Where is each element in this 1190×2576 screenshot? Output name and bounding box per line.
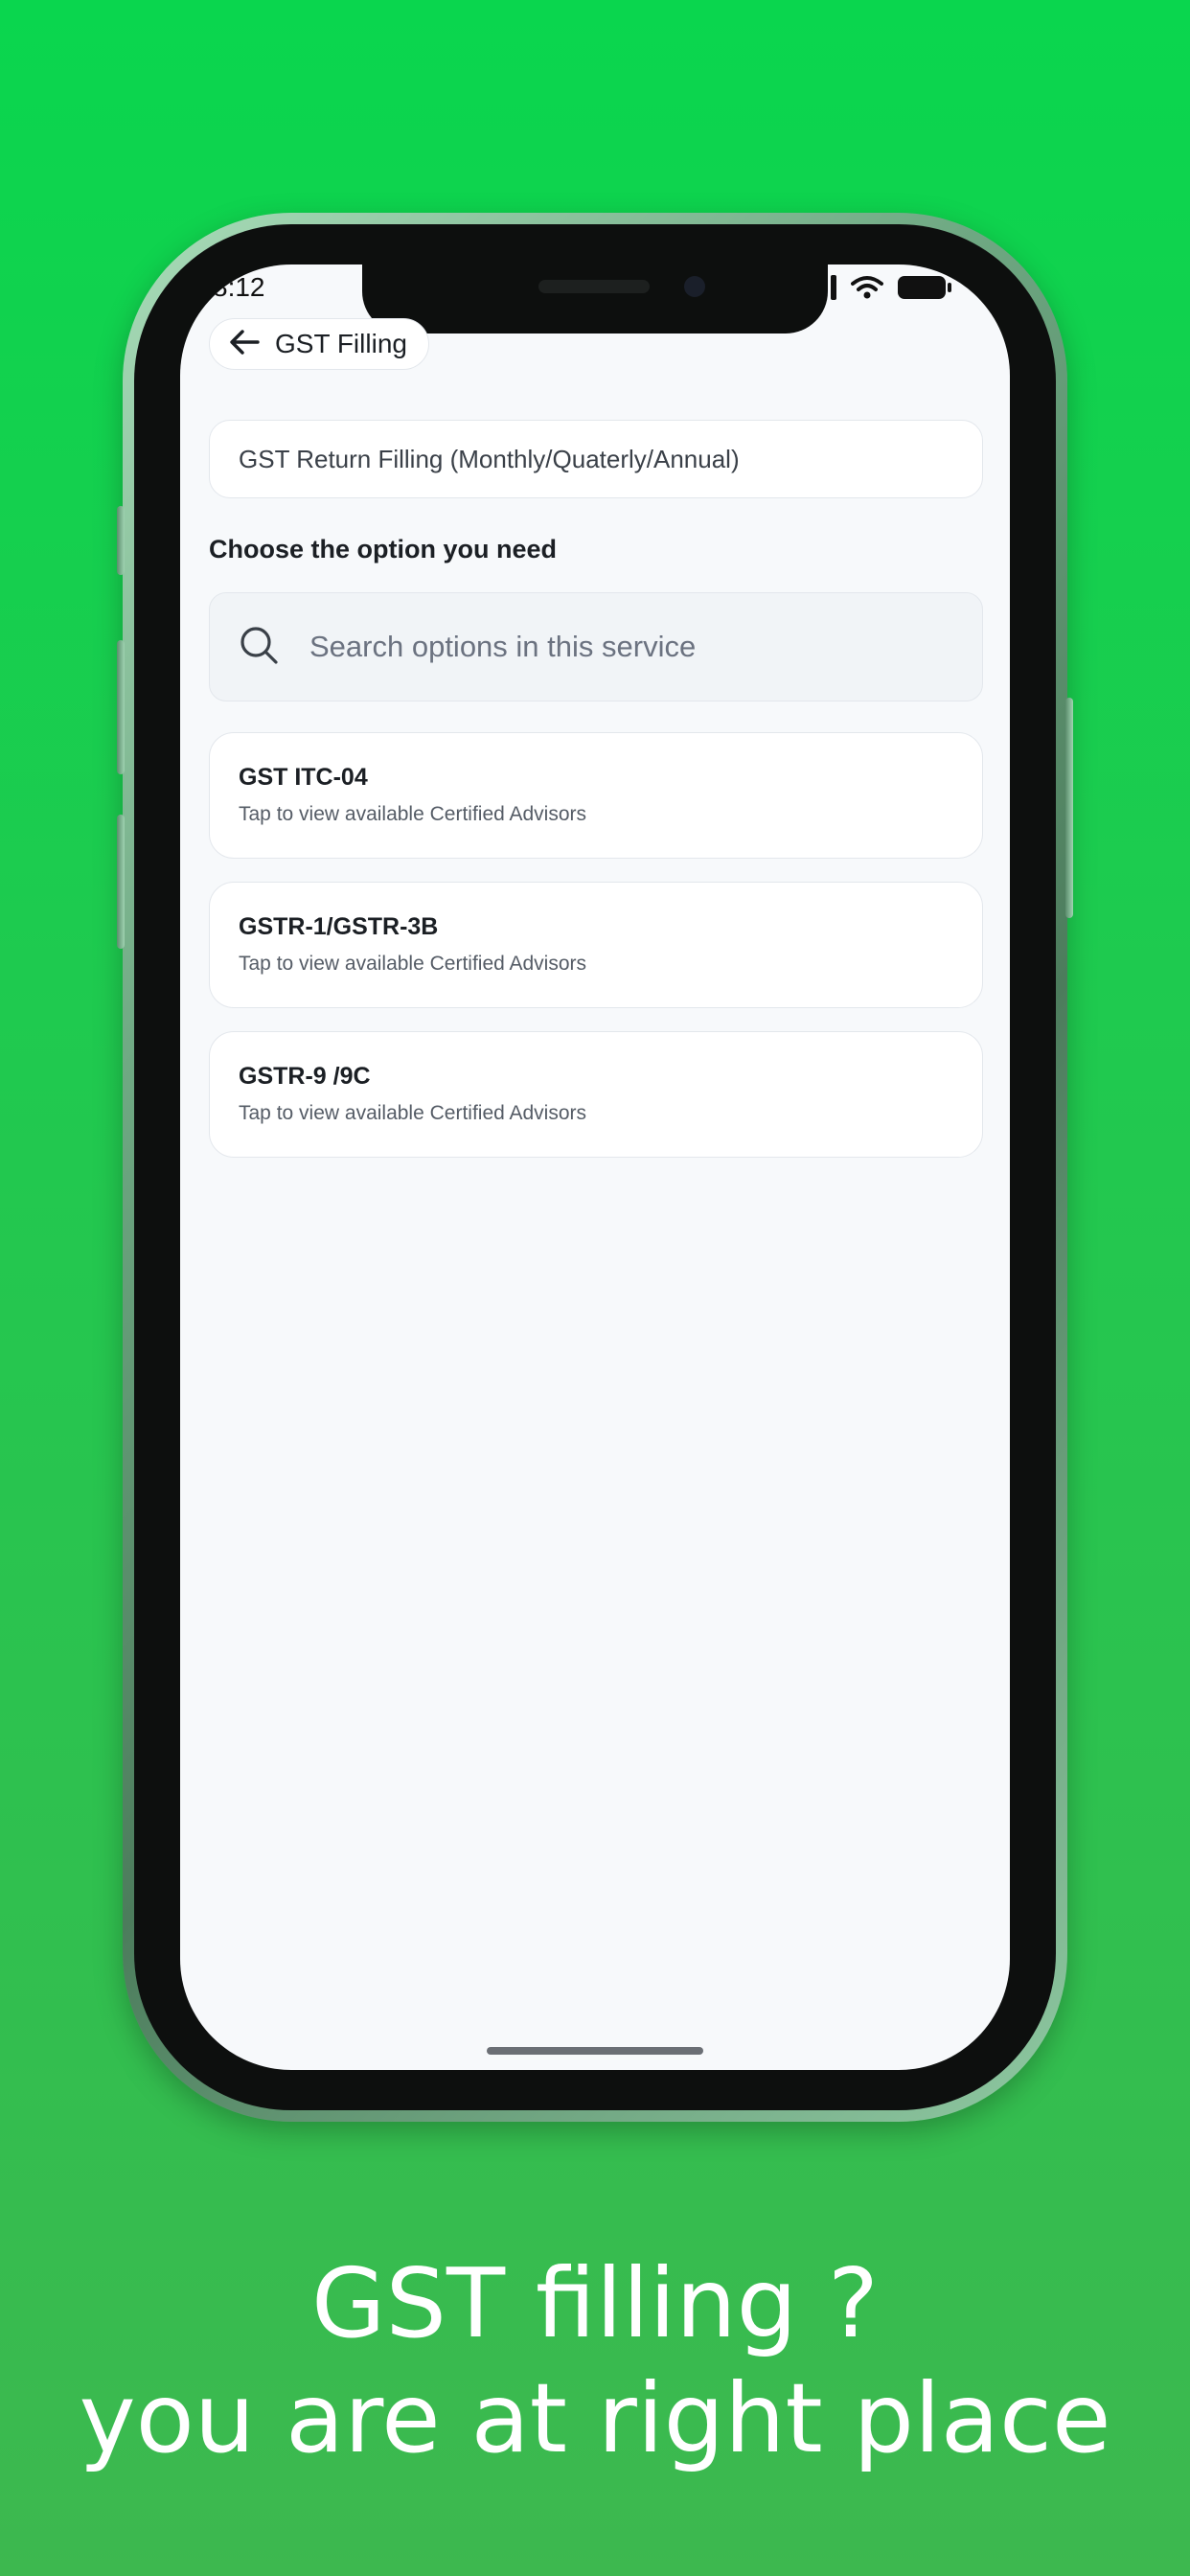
promo-line-2: you are at right place: [79, 2362, 1111, 2474]
notch: [362, 264, 828, 334]
option-subtitle: Tap to view available Certified Advisors: [239, 953, 587, 975]
speaker-grille: [538, 280, 650, 293]
home-indicator[interactable]: [487, 2047, 703, 2055]
status-time: 8:12: [213, 272, 265, 302]
search-icon: [239, 625, 279, 670]
option-title: GSTR-9 /9C: [239, 1063, 371, 1090]
arrow-left-icon[interactable]: [229, 329, 260, 360]
section-heading: Choose the option you need: [209, 535, 557, 564]
power-button: [1065, 698, 1073, 918]
wifi-icon: [851, 275, 883, 305]
option-title: GST ITC-04: [239, 764, 368, 791]
search-bar[interactable]: [209, 592, 983, 702]
front-camera: [684, 276, 705, 297]
option-card-gstr-9-9c[interactable]: GSTR-9 /9C Tap to view available Certifi…: [209, 1031, 983, 1158]
promo-line-1: GST filling ?: [311, 2247, 879, 2359]
status-icons: [830, 274, 952, 306]
signal-icon: [830, 275, 837, 305]
volume-up-button: [117, 640, 125, 774]
option-subtitle: Tap to view available Certified Advisors: [239, 1102, 587, 1124]
search-input[interactable]: [308, 629, 886, 665]
option-title: GSTR-1/GSTR-3B: [239, 913, 439, 940]
option-subtitle: Tap to view available Certified Advisors: [239, 803, 587, 825]
volume-down-button: [117, 815, 125, 949]
option-card-gst-itc-04[interactable]: GST ITC-04 Tap to view available Certifi…: [209, 732, 983, 859]
page-title: GST Filling: [275, 329, 407, 358]
service-category: GST Return Filling (Monthly/Quaterly/Ann…: [209, 420, 983, 498]
promo-tagline: GST filling ? you are at right place: [0, 2246, 1190, 2476]
mute-switch: [117, 506, 125, 575]
app-screen: 8:12 GST Filling GST Return Filling (Mon…: [180, 264, 1010, 2070]
back-button[interactable]: GST Filling: [209, 318, 429, 370]
battery-icon: [897, 274, 952, 306]
option-card-gstr-1-gstr-3b[interactable]: GSTR-1/GSTR-3B Tap to view available Cer…: [209, 882, 983, 1008]
